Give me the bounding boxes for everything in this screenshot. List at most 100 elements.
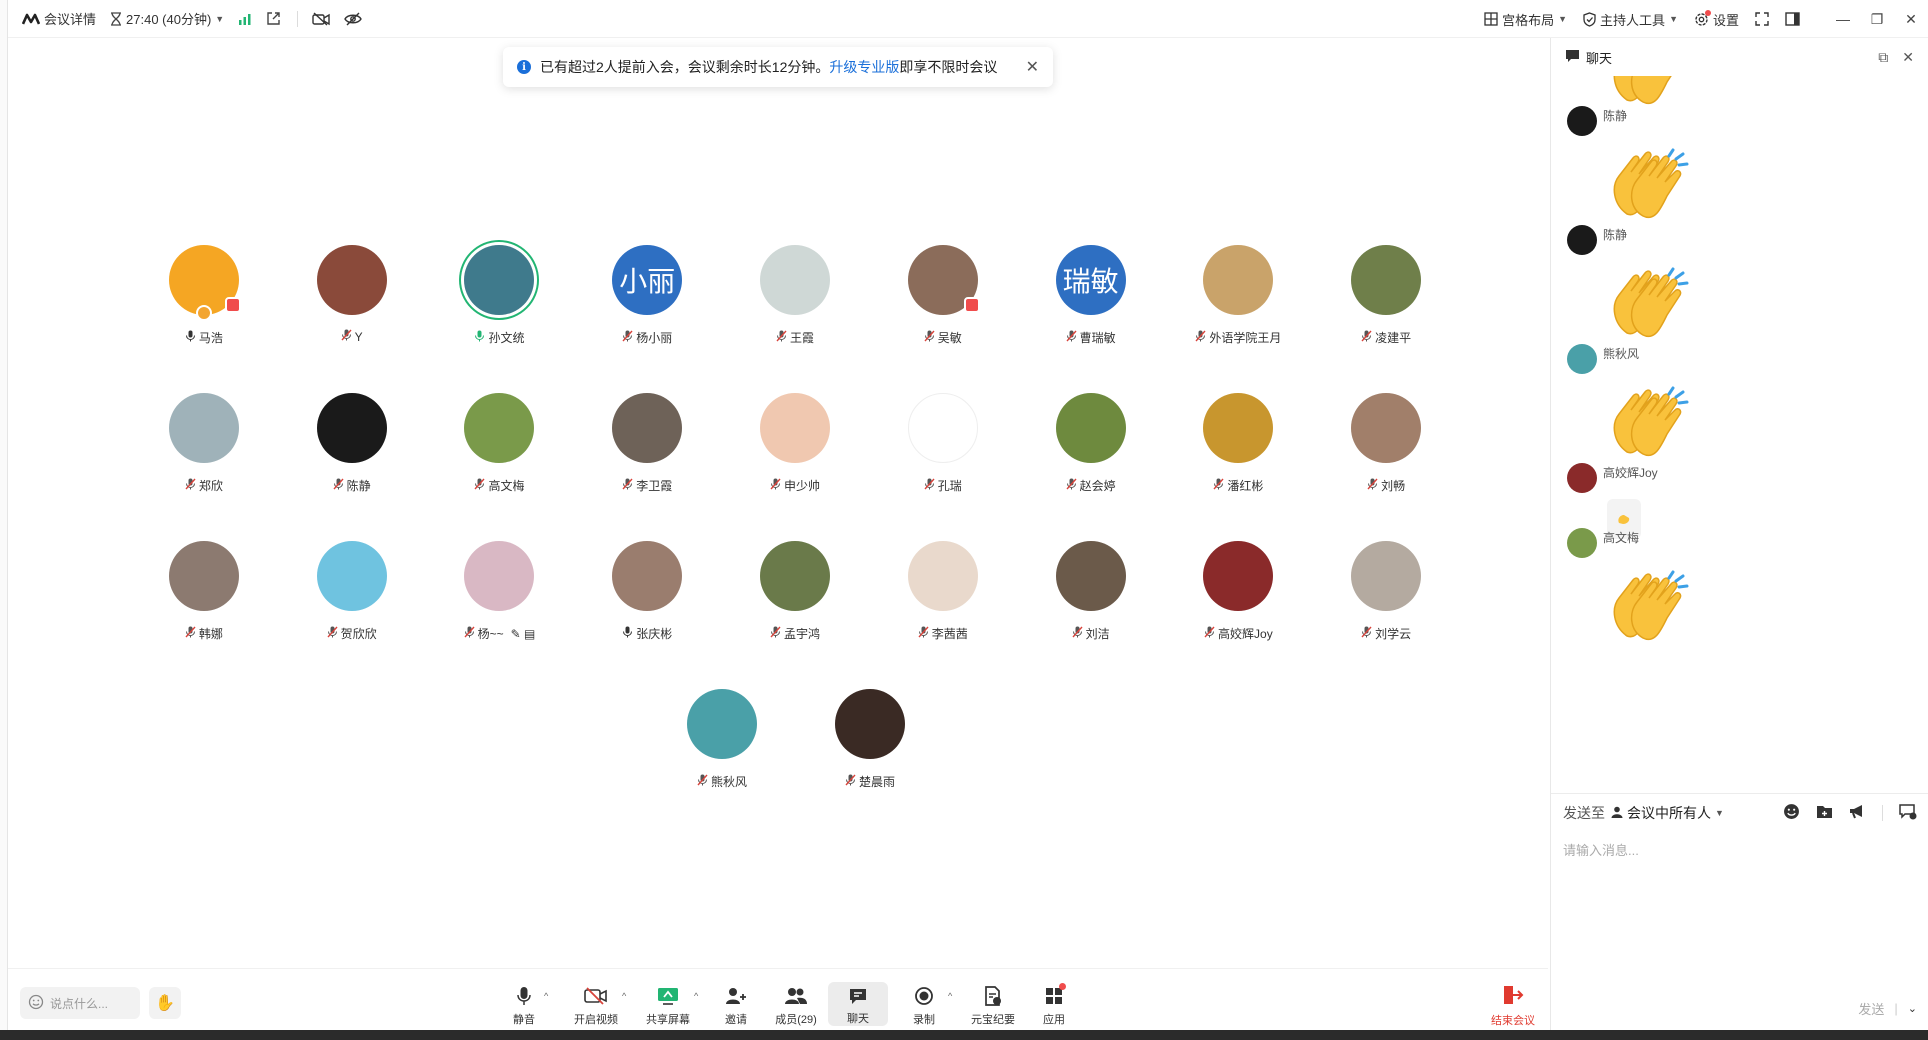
- participant-tile[interactable]: 高姣辉Joy: [1164, 541, 1312, 689]
- participant-tile[interactable]: 高文梅: [426, 393, 574, 541]
- sidebar-toggle-button[interactable]: [1785, 12, 1800, 26]
- avatar[interactable]: [1567, 225, 1597, 255]
- avatar[interactable]: [907, 245, 980, 315]
- avatar[interactable]: [168, 393, 239, 463]
- chat-message-input[interactable]: 请输入消息...: [1551, 832, 1928, 867]
- participant-tile[interactable]: 刘洁: [1017, 541, 1165, 689]
- avatar[interactable]: [1567, 106, 1597, 136]
- avatar[interactable]: [1055, 393, 1126, 463]
- avatar[interactable]: [168, 245, 241, 321]
- avatar[interactable]: [612, 393, 683, 463]
- network-signal[interactable]: [238, 13, 252, 25]
- participant-tile[interactable]: 孔瑞: [869, 393, 1017, 541]
- emoji-icon[interactable]: [1783, 803, 1800, 823]
- avatar[interactable]: [760, 393, 831, 463]
- quick-comment-input[interactable]: 说点什么...: [20, 987, 140, 1019]
- participant-tile[interactable]: 杨~~ ✎ ▤: [426, 541, 574, 689]
- participant-tile[interactable]: 楚晨雨: [796, 689, 944, 837]
- meeting-timer[interactable]: 27:40 (40分钟) ▼: [110, 9, 224, 28]
- participant-tile[interactable]: Y: [278, 245, 426, 393]
- minimize-icon[interactable]: —: [1826, 11, 1860, 27]
- close-icon[interactable]: ✕: [1902, 49, 1914, 66]
- more-chat-options-icon[interactable]: [1899, 803, 1917, 823]
- end-meeting-button[interactable]: 结束会议: [1478, 985, 1548, 1028]
- participant-tile[interactable]: 凌建平: [1312, 245, 1460, 393]
- record-options-caret[interactable]: ^: [948, 991, 952, 1001]
- participant-tile[interactable]: 申少帅: [721, 393, 869, 541]
- participant-tile[interactable]: 张庆彬: [573, 541, 721, 689]
- avatar[interactable]: 小丽: [612, 245, 683, 315]
- hide-no-video-button[interactable]: [312, 11, 330, 26]
- hide-self-button[interactable]: [344, 12, 363, 26]
- avatar[interactable]: [316, 245, 387, 315]
- record-button[interactable]: 录制: [894, 985, 954, 1027]
- avatar[interactable]: [1055, 541, 1126, 611]
- avatar[interactable]: [687, 689, 757, 759]
- avatar[interactable]: [464, 393, 535, 463]
- avatar[interactable]: [1351, 541, 1422, 611]
- fullscreen-button[interactable]: [1755, 12, 1769, 26]
- meeting-details-button[interactable]: 会议详情: [22, 9, 96, 28]
- participant-tile[interactable]: 马浩: [130, 245, 278, 393]
- avatar[interactable]: [316, 541, 387, 611]
- avatar[interactable]: [316, 393, 387, 463]
- share-options-caret[interactable]: ^: [694, 991, 698, 1001]
- participant-tile[interactable]: 熊秋风: [648, 689, 796, 837]
- participant-tile[interactable]: 小丽 杨小丽: [573, 245, 721, 393]
- settings-button[interactable]: 设置: [1694, 9, 1739, 29]
- apps-button[interactable]: 应用: [1024, 983, 1084, 1027]
- restore-icon[interactable]: ❐: [1860, 11, 1894, 28]
- participant-tile[interactable]: 刘畅: [1312, 393, 1460, 541]
- avatar[interactable]: [1203, 393, 1274, 463]
- avatar[interactable]: [907, 541, 978, 611]
- participant-tile[interactable]: 郑欣: [130, 393, 278, 541]
- avatar[interactable]: [907, 393, 978, 463]
- chevron-down-icon[interactable]: ⌄: [1908, 1002, 1917, 1015]
- send-target-select[interactable]: 会议中所有人 ▼: [1611, 803, 1724, 823]
- avatar[interactable]: [168, 541, 239, 611]
- avatar[interactable]: [1351, 245, 1422, 315]
- participant-tile[interactable]: 孙文统: [426, 245, 574, 393]
- invite-button[interactable]: 邀请: [706, 985, 766, 1027]
- host-tools-button[interactable]: 主持人工具 ▼: [1583, 10, 1678, 29]
- avatar[interactable]: [1567, 463, 1597, 493]
- participant-tile[interactable]: 吴敏: [869, 245, 1017, 393]
- close-icon[interactable]: ✕: [1026, 57, 1039, 77]
- send-button[interactable]: 发送 | ⌄: [1858, 999, 1917, 1018]
- video-options-caret[interactable]: ^: [622, 991, 626, 1001]
- avatar[interactable]: [835, 689, 905, 759]
- participant-tile[interactable]: 孟宇鸿: [721, 541, 869, 689]
- participant-tile[interactable]: 陈静: [278, 393, 426, 541]
- participant-tile[interactable]: 瑞敏 曹瑞敏: [1017, 245, 1165, 393]
- pop-out-icon[interactable]: ⧉: [1878, 49, 1888, 66]
- participant-tile[interactable]: 王霞: [721, 245, 869, 393]
- avatar[interactable]: [1351, 393, 1422, 463]
- participant-tile[interactable]: 韩娜: [130, 541, 278, 689]
- share-screen-button[interactable]: 共享屏幕: [638, 985, 698, 1027]
- avatar[interactable]: [1203, 541, 1274, 611]
- members-button[interactable]: 成员(29): [766, 985, 826, 1027]
- folder-icon[interactable]: [1816, 804, 1833, 822]
- chat-button[interactable]: 聊天: [828, 982, 888, 1026]
- avatar[interactable]: [612, 541, 683, 611]
- avatar[interactable]: [760, 541, 831, 611]
- upgrade-link[interactable]: 升级专业版: [829, 57, 899, 77]
- avatar[interactable]: [1567, 528, 1597, 558]
- participant-tile[interactable]: 外语学院王月: [1164, 245, 1312, 393]
- participant-tile[interactable]: 潘红彬: [1164, 393, 1312, 541]
- raise-hand-button[interactable]: ✋: [149, 987, 181, 1019]
- participant-tile[interactable]: 赵会婷: [1017, 393, 1165, 541]
- external-link-button[interactable]: [266, 11, 281, 26]
- participant-tile[interactable]: 李卫霞: [573, 393, 721, 541]
- avatar[interactable]: [464, 541, 535, 611]
- avatar[interactable]: 瑞敏: [1055, 245, 1126, 315]
- participant-tile[interactable]: 贺欣欣: [278, 541, 426, 689]
- start-video-button[interactable]: 开启视频: [566, 985, 626, 1027]
- avatar[interactable]: [1567, 344, 1597, 374]
- avatar[interactable]: [1203, 245, 1274, 315]
- mute-options-caret[interactable]: ^: [544, 991, 548, 1001]
- layout-button[interactable]: 宫格布局 ▼: [1484, 10, 1567, 29]
- megaphone-icon[interactable]: [1849, 804, 1866, 822]
- chat-message-list[interactable]: 陈静 陈静 熊秋风 高姣辉Joy 高文梅: [1551, 76, 1928, 831]
- ai-minutes-button[interactable]: 元宝纪要: [963, 985, 1023, 1027]
